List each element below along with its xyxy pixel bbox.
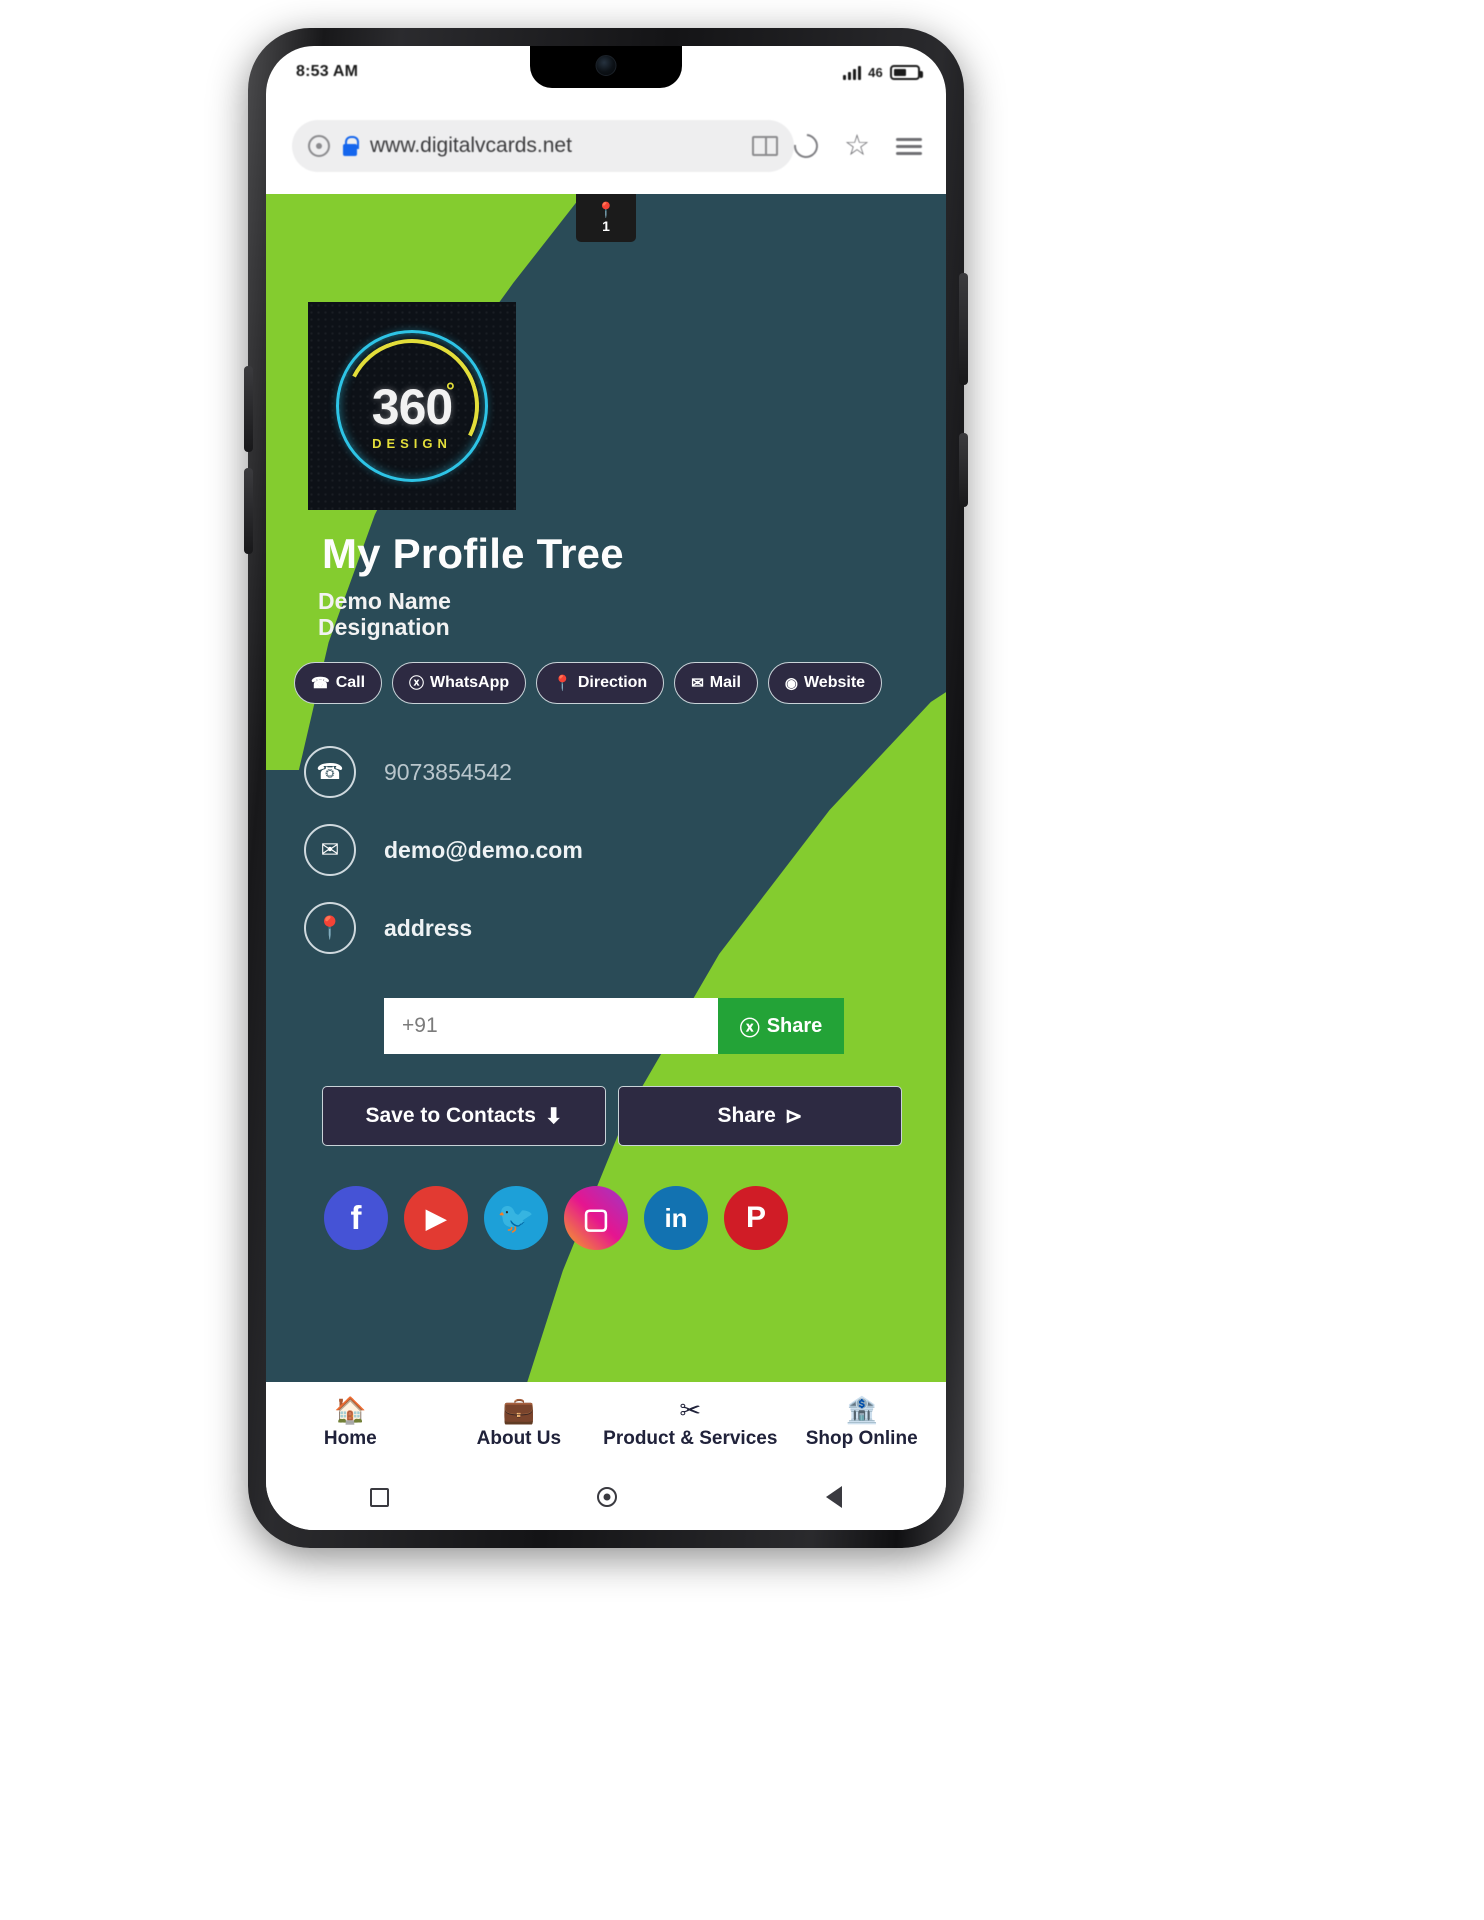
phone-bezel: 8:53 AM 46 www.digitalvcards.net ☆ 📍 1 3…	[266, 46, 946, 1530]
call-button-label: Call	[335, 674, 366, 691]
save-to-contacts-label: Save to Contacts	[365, 1104, 536, 1127]
mail-button-label: Mail	[709, 674, 741, 691]
nav-item-shop-online[interactable]: 🏦 Shop Online	[777, 1397, 946, 1450]
alert-slider-button[interactable]	[959, 433, 968, 507]
contact-phone-value: 9073854542	[384, 758, 512, 785]
status-indicators: 46	[843, 64, 923, 80]
whatsapp-button-label: WhatsApp	[430, 674, 510, 691]
website-button-label: Website	[803, 674, 866, 691]
location-icon: 📍	[553, 674, 572, 692]
instagram-icon[interactable]: ▢	[564, 1186, 628, 1250]
power-button[interactable]	[959, 273, 968, 385]
pinterest-icon[interactable]: P	[724, 1186, 788, 1250]
profile-designation: Designation	[318, 614, 450, 640]
envelope-icon: ✉	[691, 674, 704, 692]
home-button[interactable]	[597, 1487, 618, 1507]
vcard-page: 📍 1 360 ° DESIGN My Profile Tree Demo Na…	[266, 194, 946, 1382]
tools-icon: ✂	[679, 1394, 702, 1425]
logo-text: 360	[371, 379, 453, 436]
star-icon[interactable]: ☆	[844, 131, 870, 161]
contact-email-value: demo@demo.com	[384, 836, 583, 863]
nav-about-label: About Us	[476, 1427, 562, 1449]
logo-degree-symbol: °	[446, 378, 455, 403]
whatsapp-button[interactable]: ⓧ WhatsApp	[392, 662, 527, 704]
envelope-icon: ✉	[304, 824, 356, 876]
contact-row-phone[interactable]: ☎ 9073854542	[304, 746, 583, 798]
share-button[interactable]: Share ⊳	[618, 1086, 902, 1146]
phone-number-input[interactable]	[384, 998, 718, 1054]
mail-button[interactable]: ✉ Mail	[674, 662, 758, 704]
nav-item-product-services[interactable]: ✂ Product & Services	[603, 1397, 777, 1450]
contact-row-email[interactable]: ✉ demo@demo.com	[304, 824, 583, 876]
network-label: 46	[868, 64, 883, 80]
phone-screen: 8:53 AM 46 www.digitalvcards.net ☆ 📍 1 3…	[266, 46, 946, 1530]
page-title: My Profile Tree	[322, 530, 624, 577]
home-icon: 🏠	[334, 1394, 367, 1425]
url-bar[interactable]: www.digitalvcards.net	[292, 120, 794, 172]
whatsapp-share-label: Share	[766, 1014, 823, 1037]
share-button-label: Share	[717, 1104, 776, 1127]
whatsapp-icon: ⓧ	[739, 1017, 760, 1040]
browser-toolbar: www.digitalvcards.net ☆	[266, 98, 946, 194]
twitter-icon[interactable]: 🐦	[484, 1186, 548, 1250]
direction-button-label: Direction	[577, 674, 648, 691]
site-info-icon[interactable]	[308, 135, 330, 157]
save-to-contacts-button[interactable]: Save to Contacts ⬇	[322, 1086, 606, 1146]
pin-icon: 📍	[596, 202, 616, 219]
social-links-row: f ▶ 🐦 ▢ in P	[324, 1186, 788, 1250]
contact-row-address[interactable]: 📍 address	[304, 902, 583, 954]
share-icon: ⊳	[784, 1104, 803, 1128]
view-count: 1	[602, 218, 610, 234]
reader-mode-icon[interactable]	[752, 136, 778, 156]
whatsapp-icon: ⓧ	[409, 674, 425, 692]
location-icon: 📍	[304, 902, 356, 954]
nav-home-label: Home	[323, 1427, 377, 1449]
bottom-app-navigation: 🏠 Home 💼 About Us ✂ Product & Services 🏦…	[266, 1382, 946, 1464]
globe-icon: ◉	[784, 674, 798, 692]
battery-icon	[890, 64, 923, 80]
youtube-icon[interactable]: ▶	[404, 1186, 468, 1250]
whatsapp-share-button[interactable]: ⓧ Share	[718, 998, 844, 1054]
reload-icon[interactable]	[789, 129, 823, 163]
nav-item-home[interactable]: 🏠 Home	[266, 1397, 435, 1450]
whatsapp-share-row: ⓧ Share	[384, 998, 844, 1054]
card-action-buttons: Save to Contacts ⬇ Share ⊳	[322, 1086, 902, 1146]
download-icon: ⬇	[544, 1104, 563, 1128]
website-button[interactable]: ◉ Website	[767, 662, 883, 704]
view-counter-badge: 📍 1	[576, 194, 636, 242]
company-logo: 360 ° DESIGN	[308, 302, 516, 510]
recents-button[interactable]	[370, 1487, 390, 1507]
contact-address-value: address	[384, 914, 473, 941]
phone-icon: ☎	[304, 746, 356, 798]
android-system-navigation	[266, 1464, 946, 1530]
linkedin-icon[interactable]: in	[644, 1186, 708, 1250]
briefcase-icon: 💼	[502, 1394, 536, 1425]
action-pill-row: ☎ Call ⓧ WhatsApp 📍 Direction ✉ Mail ◉ W…	[294, 662, 946, 704]
volume-up-button[interactable]	[244, 366, 253, 452]
nav-product-label: Product & Services	[603, 1427, 778, 1449]
nav-shop-label: Shop Online	[805, 1427, 918, 1449]
direction-button[interactable]: 📍 Direction	[536, 662, 665, 704]
volume-down-button[interactable]	[244, 468, 253, 554]
signal-bars-icon	[843, 65, 862, 80]
list-menu-icon[interactable]	[896, 137, 922, 155]
front-camera-icon	[595, 55, 617, 76]
profile-name: Demo Name	[318, 588, 451, 614]
back-button[interactable]	[825, 1486, 842, 1508]
browser-actions: ☆	[789, 129, 922, 163]
phone-device-frame: 8:53 AM 46 www.digitalvcards.net ☆ 📍 1 3…	[244, 28, 968, 1548]
status-time: 8:53 AM	[296, 63, 359, 80]
facebook-icon[interactable]: f	[324, 1186, 388, 1250]
store-icon: 🏦	[845, 1394, 878, 1425]
lock-icon	[342, 136, 359, 156]
contact-info-list: ☎ 9073854542 ✉ demo@demo.com 📍 address	[304, 746, 583, 954]
phone-icon: ☎	[311, 674, 330, 692]
book-icon	[752, 136, 778, 156]
url-text: www.digitalvcards.net	[370, 134, 572, 157]
logo-subtitle: DESIGN	[372, 436, 452, 451]
call-button[interactable]: ☎ Call	[294, 662, 383, 704]
nav-item-about-us[interactable]: 💼 About Us	[435, 1397, 604, 1450]
